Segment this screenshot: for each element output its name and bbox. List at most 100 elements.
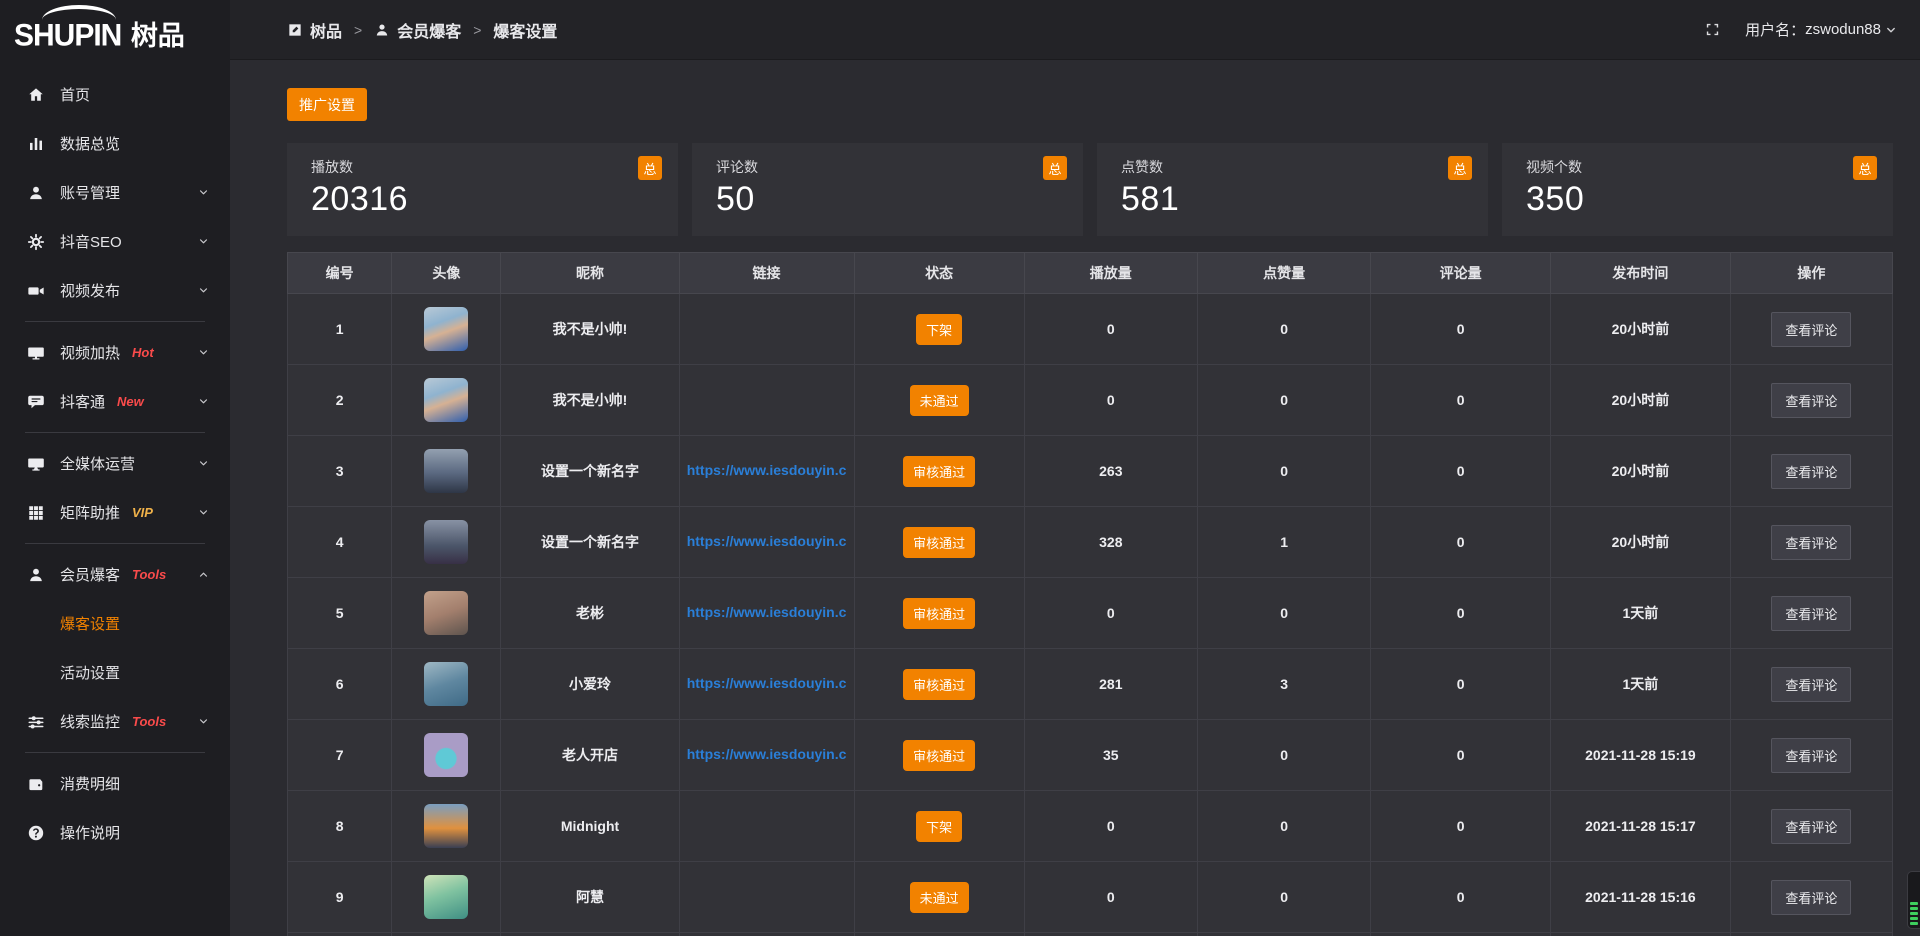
table-row: 5老彬https://www.iesdouyin.c审核通过0001天前查看评论 [288, 578, 1893, 649]
view-comments-button[interactable]: 查看评论 [1771, 312, 1851, 347]
cell-likes: 0 [1197, 791, 1370, 862]
cell-avatar [392, 507, 501, 578]
gear-icon [27, 233, 45, 251]
video-link[interactable]: https://www.iesdouyin.c [687, 675, 847, 691]
user-icon [27, 566, 45, 584]
view-comments-button[interactable]: 查看评论 [1771, 525, 1851, 560]
video-link[interactable]: https://www.iesdouyin.c [687, 462, 847, 478]
floating-service-widget[interactable] [1907, 871, 1920, 929]
video-link[interactable]: https://www.iesdouyin.c [687, 746, 847, 762]
sidebar-item-douyin-seo[interactable]: 抖音SEO [0, 217, 230, 266]
stats-cards: 播放数20316总评论数50总点赞数581总视频个数350总 [287, 143, 1893, 236]
promo-settings-button[interactable]: 推广设置 [287, 88, 367, 121]
sidebar-item-media-operation[interactable]: 全媒体运营 [0, 439, 230, 488]
sidebar-subitem-activity-settings[interactable]: 活动设置 [0, 648, 230, 697]
logo-cjk-text: 树品 [131, 21, 185, 51]
cell-time: 2021-11-28 15:16 [1551, 862, 1731, 933]
chevron-down-icon [197, 457, 210, 470]
view-comments-button[interactable]: 查看评论 [1771, 738, 1851, 773]
table-row: 3设置一个新名字https://www.iesdouyin.c审核通过26300… [288, 436, 1893, 507]
column-header: 操作 [1730, 253, 1892, 294]
cell-id [288, 933, 392, 936]
username[interactable]: 用户名： zswodun88 [1745, 19, 1898, 40]
sidebar-item-label: 线索监控 [60, 711, 120, 732]
sidebar-item-video-publish[interactable]: 视频发布 [0, 266, 230, 315]
total-badge: 总 [1448, 156, 1472, 180]
sidebar-item-member-baoke[interactable]: 会员爆客Tools [0, 550, 230, 599]
cell-avatar [392, 649, 501, 720]
breadcrumb-item-home[interactable]: 树品 [287, 18, 342, 42]
sidebar-item-video-heat[interactable]: 视频加热Hot [0, 328, 230, 377]
chat-icon [27, 393, 45, 411]
brand-logo: SHUPIN 树品 [0, 0, 230, 60]
sidebar-item-account-manage[interactable]: 账号管理 [0, 168, 230, 217]
widget-bar [1910, 902, 1918, 905]
view-comments-button[interactable]: 查看评论 [1771, 454, 1851, 489]
status-badge: 下架 [916, 811, 962, 842]
sidebar-item-badge: Tools [132, 714, 166, 729]
avatar [424, 591, 468, 635]
cell-status: 审核通过 [854, 507, 1024, 578]
caret-down-icon [1884, 23, 1898, 37]
chevron-down-icon [197, 186, 210, 199]
table-header-row: 编号头像昵称链接状态播放量点赞量评论量发布时间操作 [288, 253, 1893, 294]
content: 推广设置 播放数20316总评论数50总点赞数581总视频个数350总 编号头像… [230, 60, 1920, 936]
cell-nickname: 老彬 [501, 578, 679, 649]
cell-comments [1371, 933, 1551, 936]
cell-plays: 263 [1024, 436, 1197, 507]
stat-card-plays: 播放数20316总 [287, 143, 678, 236]
cell-avatar [392, 791, 501, 862]
user-icon [374, 22, 390, 38]
view-comments-button[interactable]: 查看评论 [1771, 596, 1851, 631]
avatar [424, 307, 468, 351]
view-comments-button[interactable]: 查看评论 [1771, 809, 1851, 844]
chevron-down-icon [197, 235, 210, 248]
cell-comments: 0 [1371, 436, 1551, 507]
view-comments-button[interactable]: 查看评论 [1771, 667, 1851, 702]
cell-time: 2021-11-28 15:17 [1551, 791, 1731, 862]
stat-label: 视频个数 [1526, 157, 1869, 177]
cell-action: 查看评论 [1730, 294, 1892, 365]
breadcrumb-item-member[interactable]: 会员爆客 [374, 18, 461, 42]
cell-comments: 0 [1371, 791, 1551, 862]
column-header: 链接 [679, 253, 854, 294]
fullscreen-icon[interactable] [1704, 21, 1721, 38]
sidebar-item-consume-detail[interactable]: 消费明细 [0, 759, 230, 808]
cell-status: 审核通过 [854, 720, 1024, 791]
sidebar-item-matrix-boost[interactable]: 矩阵助推VIP [0, 488, 230, 537]
chart-icon [27, 135, 45, 153]
table-row: 8Midnight下架0002021-11-28 15:17查看评论 [288, 791, 1893, 862]
cell-status: 下架 [854, 791, 1024, 862]
video-link[interactable]: https://www.iesdouyin.c [687, 533, 847, 549]
cell-action: 查看评论 [1730, 365, 1892, 436]
cell-nickname: 小爱玲 [501, 649, 679, 720]
videos-table-wrap: 编号头像昵称链接状态播放量点赞量评论量发布时间操作 1我不是小帅!下架00020… [287, 252, 1893, 936]
sidebar-item-home[interactable]: 首页 [0, 70, 230, 119]
sidebar-item-doukertong[interactable]: 抖客通New [0, 377, 230, 426]
cell-comments: 0 [1371, 649, 1551, 720]
view-comments-button[interactable]: 查看评论 [1771, 880, 1851, 915]
video-link[interactable]: https://www.iesdouyin.c [687, 604, 847, 620]
grid-icon [27, 504, 45, 522]
cell-id: 3 [288, 436, 392, 507]
sidebar-item-clue-monitor[interactable]: 线索监控 Tools [0, 697, 230, 746]
sidebar-divider [25, 432, 205, 433]
avatar [424, 662, 468, 706]
widget-bar [1910, 922, 1918, 925]
sidebar-item-data-overview[interactable]: 数据总览 [0, 119, 230, 168]
stat-label: 评论数 [716, 157, 1059, 177]
sidebar-subitem-baoke-settings[interactable]: 爆客设置 [0, 599, 230, 648]
cell-avatar [392, 933, 501, 936]
topbar: 树品 > 会员爆客 > 爆客设置 用户名： zswodun88 [230, 0, 1920, 60]
cell-avatar [392, 720, 501, 791]
view-comments-button[interactable]: 查看评论 [1771, 383, 1851, 418]
cell-id: 2 [288, 365, 392, 436]
cell-time [1551, 933, 1731, 936]
cell-avatar [392, 294, 501, 365]
sidebar-item-label: 矩阵助推 [60, 502, 120, 523]
sidebar-item-badge: New [117, 394, 144, 409]
wallet-icon [27, 775, 45, 793]
sidebar-item-operation-guide[interactable]: 操作说明 [0, 808, 230, 857]
cell-plays: 0 [1024, 294, 1197, 365]
main-area: 树品 > 会员爆客 > 爆客设置 用户名： zswodun88 [230, 0, 1920, 936]
